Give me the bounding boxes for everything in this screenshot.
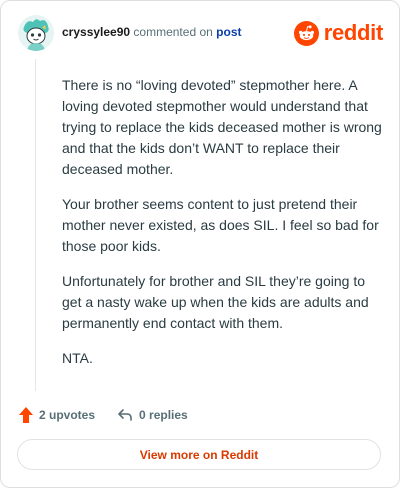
upvote-button[interactable]: 2 upvotes	[19, 407, 95, 423]
post-link[interactable]: post	[216, 25, 241, 39]
comment-body: There is no “loving devoted” stepmother …	[62, 75, 384, 383]
thread-line	[35, 59, 36, 391]
reddit-snoo-icon	[293, 20, 319, 46]
upvote-arrow-icon	[19, 407, 33, 423]
comment-header: cryssylee90 commented on post reddit	[18, 15, 383, 53]
comment-paragraph: Unfortunately for brother and SIL they’r…	[62, 273, 369, 331]
comment-paragraph: There is no “loving devoted” stepmother …	[62, 77, 382, 177]
comment-paragraph: NTA.	[62, 350, 93, 366]
user-avatar[interactable]	[18, 15, 54, 51]
replies-button[interactable]: 0 replies	[117, 408, 188, 422]
commented-on-text: commented on	[133, 25, 213, 39]
comment-actions: 2 upvotes 0 replies	[19, 405, 188, 425]
upvote-count: 2 upvotes	[39, 408, 96, 422]
snoo-avatar-icon	[18, 15, 54, 51]
username[interactable]: cryssylee90	[62, 25, 130, 39]
reply-arrow-icon	[118, 409, 132, 421]
reply-count: 0 replies	[139, 408, 188, 422]
view-more-on-reddit-button[interactable]: View more on Reddit	[17, 439, 381, 470]
reddit-logo[interactable]: reddit	[293, 19, 384, 47]
comment-paragraph: Your brother seems content to just prete…	[62, 196, 379, 254]
comment-meta: cryssylee90 commented on post	[62, 25, 242, 39]
embedded-comment-card: cryssylee90 commented on post reddit The…	[0, 0, 400, 488]
reddit-wordmark: reddit	[323, 20, 384, 45]
